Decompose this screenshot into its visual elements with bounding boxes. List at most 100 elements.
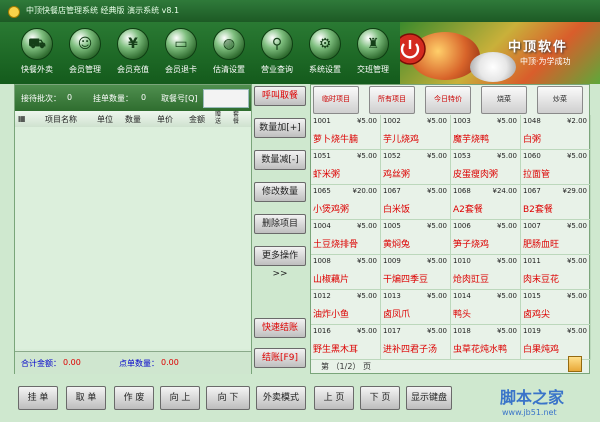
menu-item-price: ¥5.00 <box>356 117 377 125</box>
menu-item-name: 皮蛋瘦肉粥 <box>453 170 499 180</box>
menu-item-price: ¥5.00 <box>566 292 587 300</box>
menu-item-cell[interactable]: 1008 ¥5.00 山椒藕片 <box>311 255 381 290</box>
col-header: 赠送 <box>215 111 222 125</box>
menu-item-cell[interactable]: 1018 ¥5.00 虫草花炖水鸭 <box>451 325 521 360</box>
order-no-input[interactable] <box>203 89 249 108</box>
menu-item-cell[interactable]: 1006 ¥5.00 笋子烧鸡 <box>451 220 521 255</box>
col-header: 单位 <box>97 115 113 124</box>
page-indicator: 第 （1/2） 页 <box>321 362 371 371</box>
prev-page-button[interactable]: 上 页 <box>314 386 354 410</box>
menu-item-cell[interactable]: 1011 ¥5.00 肉末豆花 <box>521 255 591 290</box>
qty-subtract-button[interactable]: 数量减[-] <box>254 150 306 170</box>
menu-item-cell[interactable]: 1007 ¥5.00 肥肠血旺 <box>521 220 591 255</box>
menu-item-cell[interactable]: 1052 ¥5.00 鸡丝粥 <box>381 150 451 185</box>
menu-item-name: 笋子烧鸡 <box>453 240 490 250</box>
menu-item-price: ¥5.00 <box>566 257 587 265</box>
menu-tab-daily-special[interactable]: 今日特价 <box>425 86 471 114</box>
menu-tab-temp-items[interactable]: 临时项目 <box>313 86 359 114</box>
menu-item-cell[interactable]: 1016 ¥5.00 野生黑木耳 <box>311 325 381 360</box>
menu-item-cell[interactable]: 1067 ¥29.00 B2套餐 <box>521 185 591 220</box>
modify-qty-button[interactable]: 修改数量 <box>254 182 306 202</box>
menu-item-cell[interactable]: 1019 ¥5.00 白果炖鸡 <box>521 325 591 360</box>
menu-item-name: 干煸四季豆 <box>383 275 429 285</box>
toolbar-item-member-recharge[interactable]: ¥ 会员充值 <box>110 28 156 80</box>
menu-tab-stirfry[interactable]: 炒菜 <box>537 86 583 114</box>
menu-item-cell[interactable]: 1005 ¥5.00 黄焖兔 <box>381 220 451 255</box>
toolbar-item-member-card-return[interactable]: ▭ 会员退卡 <box>158 28 204 80</box>
delete-item-button[interactable]: 删除项目 <box>254 214 306 234</box>
menu-tab-all-items[interactable]: 所有项目 <box>369 86 415 114</box>
menu-item-code: 1060 <box>523 152 541 160</box>
menu-item-price: ¥29.00 <box>562 187 588 195</box>
menu-item-name: B2套餐 <box>523 205 553 215</box>
more-ops-button[interactable]: 更多操作>> <box>254 246 306 279</box>
toolbar-item-soldout-settings[interactable]: ◍ 估清设置 <box>206 28 252 80</box>
watermark-text: 脚本之家 <box>500 388 565 407</box>
menu-item-code: 1007 <box>523 222 541 230</box>
quick-checkout-button[interactable]: 快速结账 <box>254 318 306 338</box>
retrieve-order-button[interactable]: 取 单 <box>66 386 106 410</box>
menu-item-name: 肉末豆花 <box>523 275 560 285</box>
menu-item-code: 1067 <box>383 187 401 195</box>
menu-item-cell[interactable]: 1053 ¥5.00 皮蛋瘦肉粥 <box>451 150 521 185</box>
menu-item-code: 1012 <box>313 292 331 300</box>
watermark-url: www.jb51.net <box>502 408 557 417</box>
toolbar-item-member-manage[interactable]: ☺ 会员管理 <box>62 28 108 80</box>
menu-item-cell[interactable]: 1010 ¥5.00 炝肉豇豆 <box>451 255 521 290</box>
scroll-up-icon[interactable] <box>568 356 582 372</box>
call-pickup-button[interactable]: 呼叫取餐 <box>254 86 306 106</box>
next-page-button[interactable]: 下 页 <box>360 386 400 410</box>
menu-item-code: 1011 <box>523 257 541 265</box>
menu-item-cell[interactable]: 1001 ¥5.00 萝卜烧牛腩 <box>311 115 381 150</box>
toolbar-item-takeout[interactable]: ⛟ 快餐外卖 <box>14 28 60 80</box>
row-marker-icon: ▦ <box>18 114 26 123</box>
hold-order-button[interactable]: 挂 单 <box>18 386 58 410</box>
menu-item-cell[interactable]: 1014 ¥5.00 鸭头 <box>451 290 521 325</box>
order-no-label: 取餐号[Q] <box>161 94 198 103</box>
menu-item-cell[interactable]: 1002 ¥5.00 芋儿烧鸡 <box>381 115 451 150</box>
toolbar-item-label: 营业查询 <box>261 65 293 74</box>
menu-item-code: 1003 <box>453 117 471 125</box>
takeout-mode-button[interactable]: 外卖模式 <box>256 386 306 410</box>
toolbar-item-label: 交班管理 <box>357 65 389 74</box>
menu-item-cell[interactable]: 1065 ¥20.00 小煲鸡粥 <box>311 185 381 220</box>
motorbike-icon: ⛟ <box>21 28 53 60</box>
menu-item-cell[interactable]: 1051 ¥5.00 虾米粥 <box>311 150 381 185</box>
show-keyboard-button[interactable]: 显示键盘 <box>406 386 452 410</box>
menu-item-price: ¥5.00 <box>426 222 447 230</box>
menu-item-cell[interactable]: 1068 ¥24.00 A2套餐 <box>451 185 521 220</box>
toolbar-item-shift-handover[interactable]: ♜ 交班管理 <box>350 28 396 80</box>
toolbar-item-label: 会员充值 <box>117 65 149 74</box>
menu-item-cell[interactable]: 1048 ¥2.00 白粥 <box>521 115 591 150</box>
move-up-button[interactable]: 向 上 <box>160 386 200 410</box>
menu-item-price: ¥5.00 <box>566 327 587 335</box>
menu-item-cell[interactable]: 1012 ¥5.00 油炸小鱼 <box>311 290 381 325</box>
total-amount-label: 合计金额： <box>21 359 61 368</box>
menu-item-price: ¥5.00 <box>426 327 447 335</box>
qty-add-button[interactable]: 数量加[+] <box>254 118 306 138</box>
order-grid-header: ▦ 项目名称 单位 数量 单价 金额 赠送 套餐 <box>15 111 251 128</box>
void-order-button[interactable]: 作 废 <box>114 386 154 410</box>
menu-item-cell[interactable]: 1015 ¥5.00 卤鸡尖 <box>521 290 591 325</box>
menu-item-cell[interactable]: 1013 ¥5.00 卤凤爪 <box>381 290 451 325</box>
menu-item-cell[interactable]: 1067 ¥5.00 白米饭 <box>381 185 451 220</box>
menu-item-cell[interactable]: 1017 ¥5.00 进补四君子汤 <box>381 325 451 360</box>
toolbar-item-system-settings[interactable]: ⚙ 系统设置 <box>302 28 348 80</box>
menu-item-cell[interactable]: 1003 ¥5.00 魔芋烧鸭 <box>451 115 521 150</box>
menu-item-cell[interactable]: 1004 ¥5.00 土豆烧排骨 <box>311 220 381 255</box>
power-icon[interactable] <box>400 32 427 66</box>
order-qty-label: 点单数量： <box>119 359 159 368</box>
toolbar-item-label: 会员退卡 <box>165 65 197 74</box>
menu-item-name: A2套餐 <box>453 205 483 215</box>
checkout-button[interactable]: 结账[F9] <box>254 348 306 368</box>
move-down-button[interactable]: 向 下 <box>206 386 250 410</box>
menu-item-cell[interactable]: 1060 ¥5.00 拉面管 <box>521 150 591 185</box>
order-info-bar: 接待批次： 0 挂单数量： 0 取餐号[Q] <box>15 85 251 111</box>
order-grid-body[interactable] <box>15 127 251 349</box>
toolbar-item-business-query[interactable]: ⚲ 营业查询 <box>254 28 300 80</box>
menu-item-name: 白米饭 <box>383 205 411 215</box>
menu-item-price: ¥24.00 <box>492 187 518 195</box>
menu-item-code: 1013 <box>383 292 401 300</box>
menu-item-cell[interactable]: 1009 ¥5.00 干煸四季豆 <box>381 255 451 290</box>
menu-tab-braised[interactable]: 烧菜 <box>481 86 527 114</box>
